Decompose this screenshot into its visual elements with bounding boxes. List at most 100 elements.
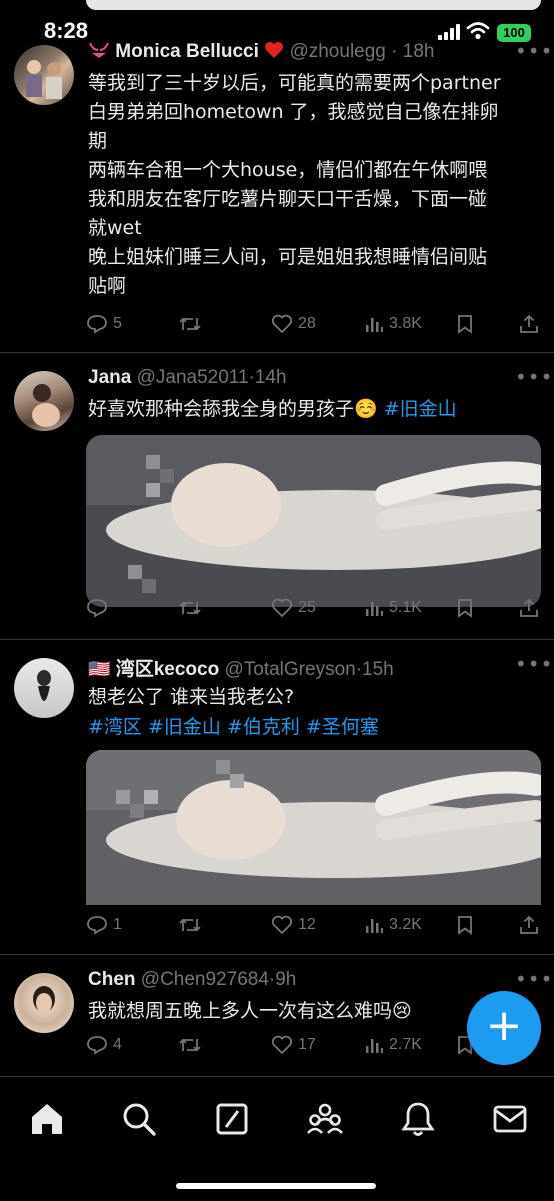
author-name[interactable]: Jana <box>88 367 131 388</box>
share-button[interactable] <box>519 915 544 935</box>
like-count: 25 <box>298 599 316 616</box>
tweet-monica[interactable]: Monica Bellucci @zhoulegg · 18h ••• 等我到了… <box>0 27 554 353</box>
red-heart-icon <box>265 42 284 58</box>
hashtag-link[interactable]: #旧金山 <box>384 398 457 420</box>
views-button[interactable]: 3.2K <box>364 915 422 935</box>
nav-communities[interactable] <box>305 1099 345 1139</box>
nav-messages[interactable] <box>490 1099 530 1139</box>
home-indicator[interactable] <box>176 1183 376 1189</box>
communities-icon <box>307 1103 343 1134</box>
share-icon <box>520 915 538 934</box>
author-name[interactable]: Monica Bellucci <box>115 41 259 62</box>
tweet-jana[interactable]: Jana @Jana52011·14h ••• 好喜欢那种会舔我全身的男孩子☺️… <box>0 353 554 640</box>
share-button[interactable] <box>519 598 544 618</box>
compose-post-button[interactable]: + <box>467 991 541 1065</box>
share-button[interactable] <box>519 314 544 334</box>
us-flag-icon: 🇺🇸 <box>88 659 111 679</box>
author-handle[interactable]: @Chen927684 <box>141 969 269 990</box>
tweet-header: Chen @Chen927684·9h <box>88 969 296 999</box>
repost-icon <box>179 317 201 331</box>
post-time[interactable]: 18h <box>403 41 435 62</box>
text-line: 就wet <box>88 217 142 239</box>
repost-button[interactable] <box>178 915 207 935</box>
text-line: 我和朋友在客厅吃薯片聊天口干舌燥，下面一碰 <box>88 188 488 210</box>
reply-count: 1 <box>113 916 122 933</box>
author-handle[interactable]: @Jana52011 <box>137 367 249 388</box>
more-options-icon[interactable]: ••• <box>515 39 553 63</box>
tweet-text: 想老公了 谁来当我老公? #湾区 #旧金山 #伯克利 #圣何塞 <box>88 682 538 742</box>
repost-button[interactable] <box>178 1035 207 1055</box>
nav-search[interactable] <box>119 1099 159 1139</box>
separator-dot: · <box>391 41 398 62</box>
reply-button[interactable]: 5 <box>86 314 122 334</box>
text-line: 等我到了三十岁以后，可能真的需要两个partner <box>88 72 501 94</box>
nav-home[interactable] <box>27 1099 67 1139</box>
mail-icon <box>493 1105 527 1133</box>
views-button[interactable]: 5.1K <box>364 598 422 618</box>
reply-button[interactable]: 1 <box>86 915 122 935</box>
home-icon <box>32 1104 62 1134</box>
like-count: 17 <box>298 1036 316 1053</box>
grok-icon <box>216 1103 248 1135</box>
like-button[interactable]: 17 <box>271 1035 316 1055</box>
hashtag-link[interactable]: #旧金山 <box>148 716 221 738</box>
search-icon <box>123 1103 156 1136</box>
like-button[interactable]: 25 <box>271 598 316 618</box>
heart-icon <box>271 598 293 618</box>
reply-count: 5 <box>113 315 122 332</box>
author-name[interactable]: Chen <box>88 969 136 990</box>
hashtag-link[interactable]: #圣何塞 <box>306 716 379 738</box>
post-time[interactable]: 14h <box>255 367 287 388</box>
text-line: 白男弟弟回hometown 了，我感觉自己像在排卵 <box>88 101 499 123</box>
text-line: 晚上姐妹们睡三人间，可是姐姐我想睡情侣间贴 <box>88 246 488 268</box>
more-options-icon[interactable]: ••• <box>515 652 553 676</box>
repost-icon <box>179 1038 201 1052</box>
tweet-header: Jana @Jana52011·14h <box>88 367 287 397</box>
heart-icon <box>271 915 293 935</box>
tweet-media-image[interactable] <box>86 750 541 922</box>
reply-count: 4 <box>113 1036 122 1053</box>
text-line: 两辆车合租一个大house，情侣们都在午休啊喂 <box>88 159 488 181</box>
more-options-icon[interactable]: ••• <box>515 365 553 389</box>
avatar[interactable] <box>14 658 74 718</box>
post-time[interactable]: 9h <box>275 969 296 990</box>
avatar[interactable] <box>14 45 74 105</box>
hashtag-link[interactable]: #湾区 <box>88 716 142 738</box>
reply-button[interactable] <box>86 598 113 618</box>
views-icon <box>366 602 383 616</box>
heart-icon <box>271 1035 293 1055</box>
bookmark-button[interactable] <box>456 915 479 935</box>
nav-notifications[interactable] <box>398 1099 438 1139</box>
tweet-kecoco[interactable]: 🇺🇸 湾区kecoco @TotalGreyson·15h ••• 想老公了 谁… <box>0 640 554 955</box>
tweet-actions: 25 5.1K <box>86 598 541 628</box>
author-handle[interactable]: @TotalGreyson <box>224 659 355 680</box>
views-button[interactable]: 2.7K <box>364 1035 422 1055</box>
post-time[interactable]: 15h <box>362 659 394 680</box>
avatar[interactable] <box>14 371 74 431</box>
like-button[interactable]: 12 <box>271 915 316 935</box>
avatar[interactable] <box>14 973 74 1033</box>
hashtag-link[interactable]: #伯克利 <box>227 716 300 738</box>
tweet-text: 好喜欢那种会舔我全身的男孩子☺️ #旧金山 <box>88 395 538 423</box>
share-icon <box>520 598 538 617</box>
repost-button[interactable] <box>178 598 207 618</box>
tweet-media-image[interactable] <box>86 435 541 607</box>
bookmark-button[interactable] <box>456 314 479 334</box>
tweet-text: 等我到了三十岁以后，可能真的需要两个partner 白男弟弟回hometown … <box>88 69 538 301</box>
repost-button[interactable] <box>178 314 207 334</box>
text-content: 想老公了 谁来当我老公? <box>88 686 295 708</box>
view-count: 3.2K <box>389 916 422 933</box>
like-count: 12 <box>298 916 316 933</box>
views-icon <box>366 919 383 933</box>
tweet-header: 🇺🇸 湾区kecoco @TotalGreyson·15h <box>88 654 394 684</box>
author-name[interactable]: 湾区kecoco <box>116 659 219 680</box>
views-button[interactable]: 3.8K <box>364 314 422 334</box>
bookmark-button[interactable] <box>456 598 479 618</box>
like-button[interactable]: 28 <box>271 314 316 334</box>
more-options-icon[interactable]: ••• <box>515 967 553 991</box>
author-handle[interactable]: @zhoulegg <box>289 41 385 62</box>
text-line: 期 <box>88 130 108 152</box>
reply-button[interactable]: 4 <box>86 1035 122 1055</box>
tweet-actions: 5 28 3.8K <box>86 314 541 344</box>
nav-grok[interactable] <box>212 1099 252 1139</box>
